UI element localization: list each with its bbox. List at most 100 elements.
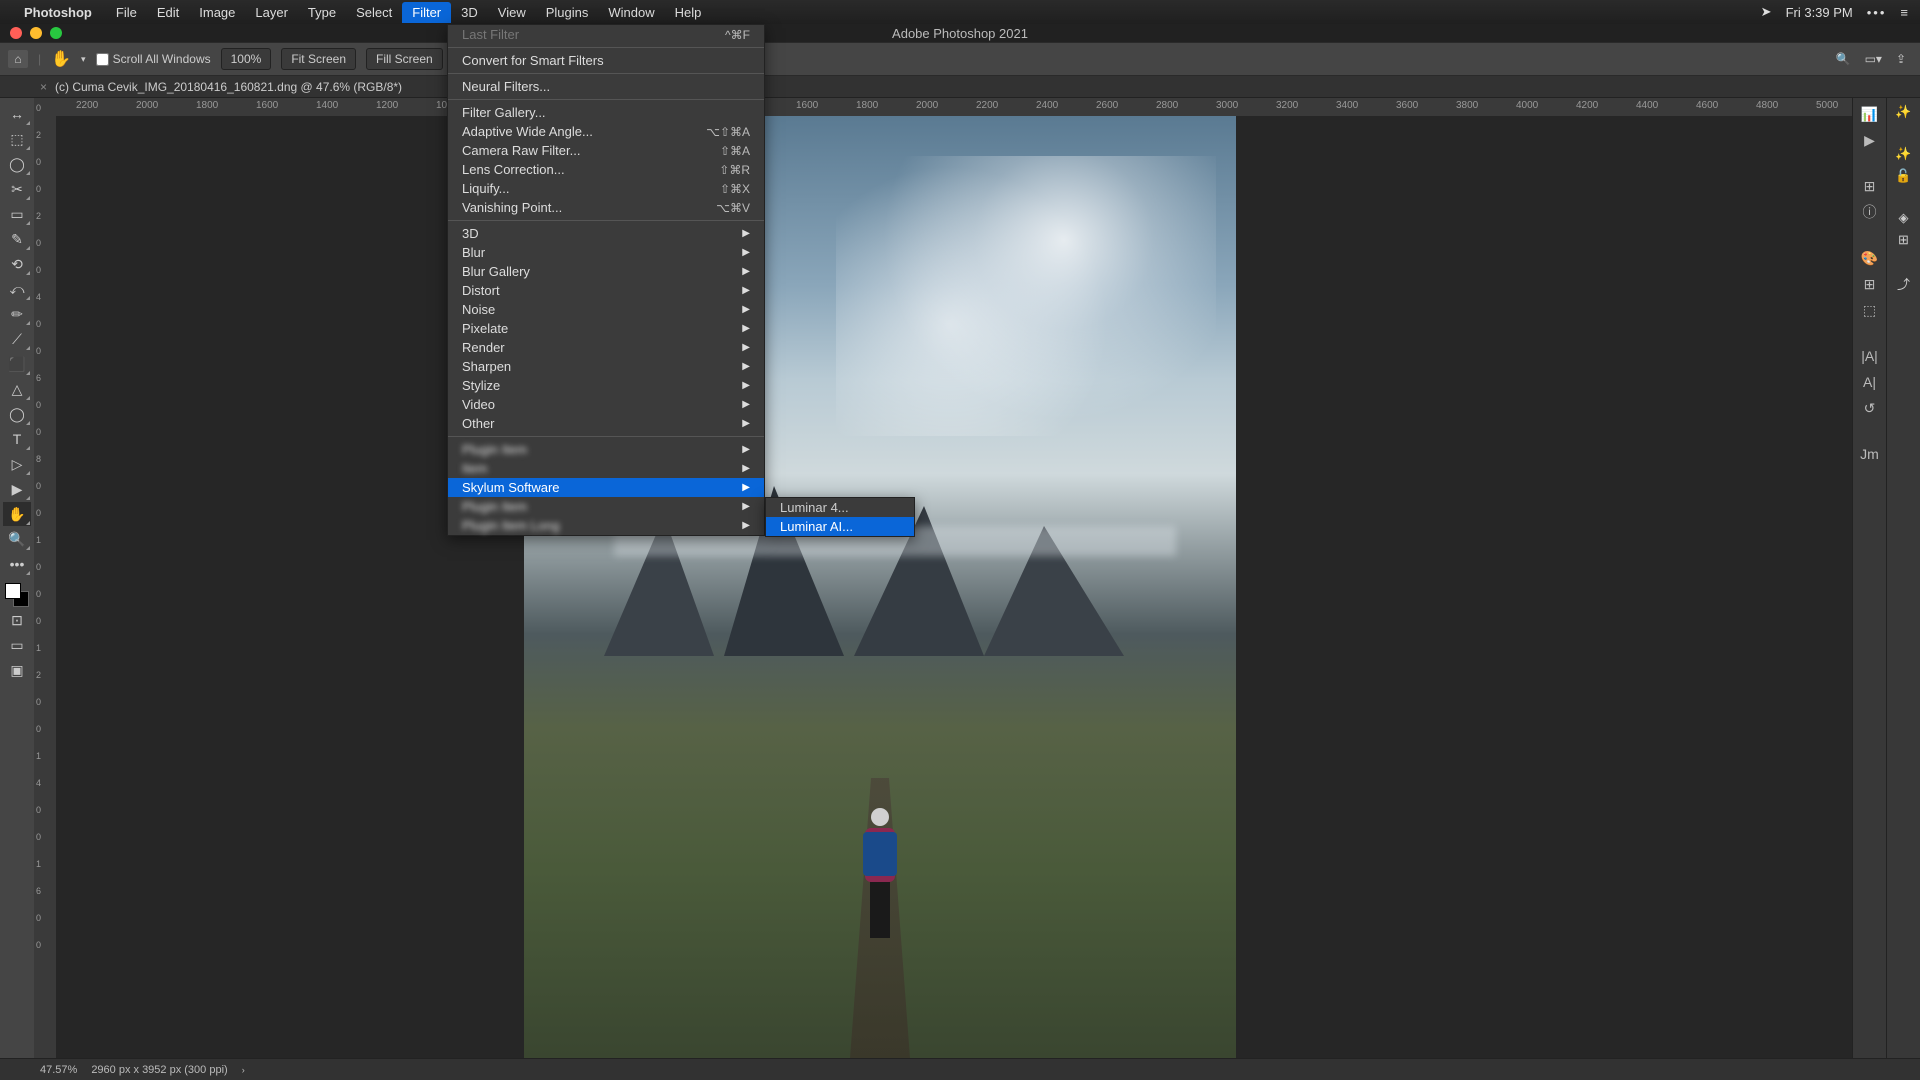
filter-menu-item[interactable]: Video▶: [448, 395, 764, 414]
filter-menu-item[interactable]: Plugin Item▶: [448, 497, 764, 516]
home-button[interactable]: ⌂: [8, 50, 28, 68]
tool-12[interactable]: ◯: [3, 402, 31, 426]
tool-16[interactable]: ✋: [3, 502, 31, 526]
menu-plugins[interactable]: Plugins: [536, 2, 599, 23]
mode-icon[interactable]: ⊡: [3, 608, 31, 632]
filter-menu-item[interactable]: Item▶: [448, 459, 764, 478]
right-panel2-icon-0[interactable]: ✨: [1895, 104, 1911, 120]
app-name[interactable]: Photoshop: [24, 5, 92, 20]
scroll-all-checkbox-input[interactable]: [96, 53, 109, 66]
filter-menu-item[interactable]: Convert for Smart Filters: [448, 51, 764, 70]
menu-type[interactable]: Type: [298, 2, 346, 23]
filter-menu-item[interactable]: 3D▶: [448, 224, 764, 243]
mode-icon[interactable]: ▣: [3, 658, 31, 682]
tool-0[interactable]: ↔: [3, 102, 31, 126]
right-panel-icon-4[interactable]: 🎨: [1858, 248, 1882, 268]
tool-3[interactable]: ✂: [3, 177, 31, 201]
menubar-clock[interactable]: Fri 3:39 PM: [1786, 5, 1853, 20]
menu-help[interactable]: Help: [665, 2, 712, 23]
filter-menu-item[interactable]: Adaptive Wide Angle...⌥⇧⌘A: [448, 122, 764, 141]
workspace-icon[interactable]: ▭▾: [1865, 52, 1882, 66]
color-swatches[interactable]: [5, 583, 29, 607]
right-panel-icon-10[interactable]: Jm: [1858, 444, 1882, 464]
search-icon[interactable]: 🔍: [1836, 52, 1851, 66]
tool-5[interactable]: ✎: [3, 227, 31, 251]
hand-tool-icon[interactable]: ✋: [51, 49, 71, 69]
filter-menu-item[interactable]: Plugin Item Long▶: [448, 516, 764, 535]
document-tab-label[interactable]: (c) Cuma Cevik_IMG_20180416_160821.dng @…: [55, 80, 402, 94]
tool-2[interactable]: ◯: [3, 152, 31, 176]
menubar-dots-icon[interactable]: •••: [1867, 5, 1887, 20]
status-zoom[interactable]: 47.57%: [40, 1064, 77, 1076]
share-icon[interactable]: ⇪: [1896, 52, 1906, 66]
filter-menu-item[interactable]: Neural Filters...: [448, 77, 764, 96]
tool-11[interactable]: △: [3, 377, 31, 401]
right-panel-icon-1[interactable]: ▶: [1858, 130, 1882, 150]
fill-screen-button[interactable]: Fill Screen: [366, 48, 443, 70]
tool-preset-dropdown-icon[interactable]: ▾: [81, 54, 86, 65]
submenu-item[interactable]: Luminar AI...: [766, 517, 914, 536]
filter-menu-item[interactable]: Distort▶: [448, 281, 764, 300]
tool-6[interactable]: ⟲: [3, 252, 31, 276]
scroll-all-windows-checkbox[interactable]: Scroll All Windows: [96, 52, 211, 66]
filter-menu-item[interactable]: Blur▶: [448, 243, 764, 262]
filter-menu-item[interactable]: Camera Raw Filter...⇧⌘A: [448, 141, 764, 160]
filter-menu-item[interactable]: Skylum Software▶: [448, 478, 764, 497]
right-panel2-icon-1[interactable]: ✨: [1895, 146, 1911, 162]
menu-image[interactable]: Image: [189, 2, 245, 23]
right-panel2-icon-4[interactable]: ⊞: [1898, 232, 1909, 248]
close-window-button[interactable]: [10, 27, 22, 39]
zoom-100-button[interactable]: 100%: [221, 48, 272, 70]
menu-layer[interactable]: Layer: [245, 2, 298, 23]
filter-menu-item[interactable]: Vanishing Point...⌥⌘V: [448, 198, 764, 217]
right-panel2-icon-5[interactable]: ⤴: [1897, 274, 1910, 293]
menu-filter[interactable]: Filter: [402, 2, 451, 23]
menu-window[interactable]: Window: [598, 2, 664, 23]
filter-menu-item[interactable]: Stylize▶: [448, 376, 764, 395]
tool-18[interactable]: •••: [3, 552, 31, 576]
tool-1[interactable]: ⬚: [3, 127, 31, 151]
tool-14[interactable]: ▷: [3, 452, 31, 476]
mode-icon[interactable]: ▭: [3, 633, 31, 657]
canvas-area[interactable]: [56, 116, 1852, 1058]
tool-9[interactable]: ⟋: [3, 327, 31, 351]
menu-view[interactable]: View: [488, 2, 536, 23]
filter-menu-item[interactable]: Noise▶: [448, 300, 764, 319]
filter-menu-item[interactable]: Blur Gallery▶: [448, 262, 764, 281]
filter-menu-item[interactable]: Filter Gallery...: [448, 103, 764, 122]
right-panel-icon-0[interactable]: 📊: [1858, 104, 1882, 124]
right-panel-icon-6[interactable]: ⬚: [1858, 300, 1882, 320]
status-dimensions[interactable]: 2960 px x 3952 px (300 ppi): [91, 1064, 227, 1076]
menu-3d[interactable]: 3D: [451, 2, 488, 23]
tool-8[interactable]: ✏: [3, 302, 31, 326]
status-arrow-icon[interactable]: ›: [242, 1065, 245, 1075]
right-panel-icon-9[interactable]: ↺: [1858, 398, 1882, 418]
right-panel2-icon-2[interactable]: 🔓: [1895, 168, 1911, 184]
right-panel-icon-8[interactable]: A|: [1858, 372, 1882, 392]
menubar-extra-icon[interactable]: ➤: [1761, 4, 1772, 20]
filter-menu-item[interactable]: Plugin Item▶: [448, 440, 764, 459]
filter-menu-item[interactable]: Liquify...⇧⌘X: [448, 179, 764, 198]
filter-menu-item[interactable]: Pixelate▶: [448, 319, 764, 338]
menu-edit[interactable]: Edit: [147, 2, 189, 23]
fit-screen-button[interactable]: Fit Screen: [281, 48, 356, 70]
submenu-item[interactable]: Luminar 4...: [766, 498, 914, 517]
right-panel-icon-3[interactable]: ⓘ: [1858, 202, 1882, 222]
tool-4[interactable]: ▭: [3, 202, 31, 226]
minimize-window-button[interactable]: [30, 27, 42, 39]
close-tab-icon[interactable]: ×: [40, 80, 47, 94]
filter-menu-item[interactable]: Lens Correction...⇧⌘R: [448, 160, 764, 179]
tool-7[interactable]: ⤺: [3, 277, 31, 301]
filter-menu-item[interactable]: Sharpen▶: [448, 357, 764, 376]
tool-15[interactable]: ▶: [3, 477, 31, 501]
tool-17[interactable]: 🔍: [3, 527, 31, 551]
filter-menu-item[interactable]: Other▶: [448, 414, 764, 433]
maximize-window-button[interactable]: [50, 27, 62, 39]
right-panel2-icon-3[interactable]: ◈: [1899, 210, 1909, 226]
menu-select[interactable]: Select: [346, 2, 402, 23]
menubar-lines-icon[interactable]: ≡: [1900, 5, 1908, 20]
right-panel-icon-7[interactable]: |A|: [1858, 346, 1882, 366]
menu-file[interactable]: File: [106, 2, 147, 23]
tool-10[interactable]: ⬛: [3, 352, 31, 376]
filter-menu-item[interactable]: Render▶: [448, 338, 764, 357]
